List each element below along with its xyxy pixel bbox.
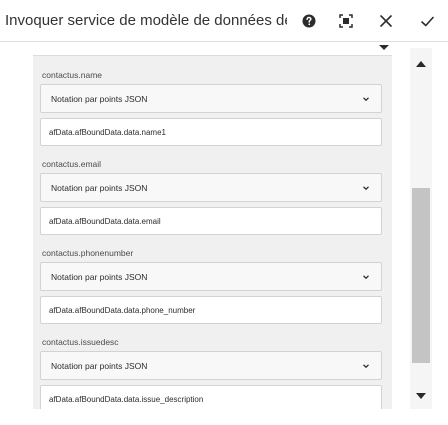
help-icon — [302, 14, 316, 28]
input-value: afData.afBoundData.data.name1 — [49, 128, 166, 137]
binding-input-email[interactable]: afData.afBoundData.data.email — [40, 207, 382, 235]
notation-select-phonenumber[interactable]: Notation par points JSON — [40, 262, 382, 291]
chevron-down-icon — [363, 275, 369, 280]
select-value: Notation par points JSON — [51, 272, 148, 282]
vertical-scrollbar[interactable] — [410, 48, 432, 409]
binding-input-phonenumber[interactable]: afData.afBoundData.data.phone_number — [40, 296, 382, 324]
fullscreen-button[interactable] — [335, 10, 357, 32]
notation-select-name[interactable]: Notation par points JSON — [40, 84, 382, 113]
chevron-down-icon — [363, 186, 369, 191]
select-value: Notation par points JSON — [51, 183, 148, 193]
caret-down-icon[interactable] — [379, 45, 389, 50]
mapping-form: contactus.name Notation par points JSON … — [33, 43, 392, 409]
notation-select-email[interactable]: Notation par points JSON — [40, 173, 382, 202]
field-label-issuedesc: contactus.issuedesc — [42, 337, 119, 347]
confirm-button[interactable] — [416, 10, 438, 32]
scroll-up-arrow-icon[interactable] — [416, 61, 426, 67]
field-label-email: contactus.email — [42, 159, 102, 169]
select-value: Notation par points JSON — [51, 94, 148, 104]
dialog-title: Invoquer service de modèle de données de… — [5, 12, 287, 29]
checkmark-icon — [420, 16, 434, 26]
chevron-down-icon — [363, 97, 369, 102]
collapsed-section-strip — [33, 43, 392, 56]
input-value: afData.afBoundData.data.issue_descriptio… — [49, 395, 204, 404]
chevron-down-icon — [363, 364, 369, 369]
help-button[interactable] — [298, 10, 320, 32]
binding-input-issuedesc[interactable]: afData.afBoundData.data.issue_descriptio… — [40, 385, 382, 409]
dialog-header: Invoquer service de modèle de données de… — [0, 0, 448, 42]
scrollbar-thumb[interactable] — [412, 188, 430, 363]
scroll-down-arrow-icon[interactable] — [416, 393, 426, 399]
invoke-service-dialog: Invoquer service de modèle de données de… — [0, 0, 448, 425]
close-icon — [380, 15, 392, 27]
select-value: Notation par points JSON — [51, 361, 148, 371]
notation-select-issuedesc[interactable]: Notation par points JSON — [40, 351, 382, 380]
field-label-name: contactus.name — [42, 70, 103, 80]
binding-input-name[interactable]: afData.afBoundData.data.name1 — [40, 118, 382, 146]
fullscreen-icon — [339, 14, 353, 28]
field-label-phonenumber: contactus.phonenumber — [42, 248, 134, 258]
dialog-content: contactus.name Notation par points JSON … — [0, 43, 448, 425]
input-value: afData.afBoundData.data.phone_number — [49, 306, 196, 315]
close-button[interactable] — [375, 10, 397, 32]
input-value: afData.afBoundData.data.email — [49, 217, 161, 226]
